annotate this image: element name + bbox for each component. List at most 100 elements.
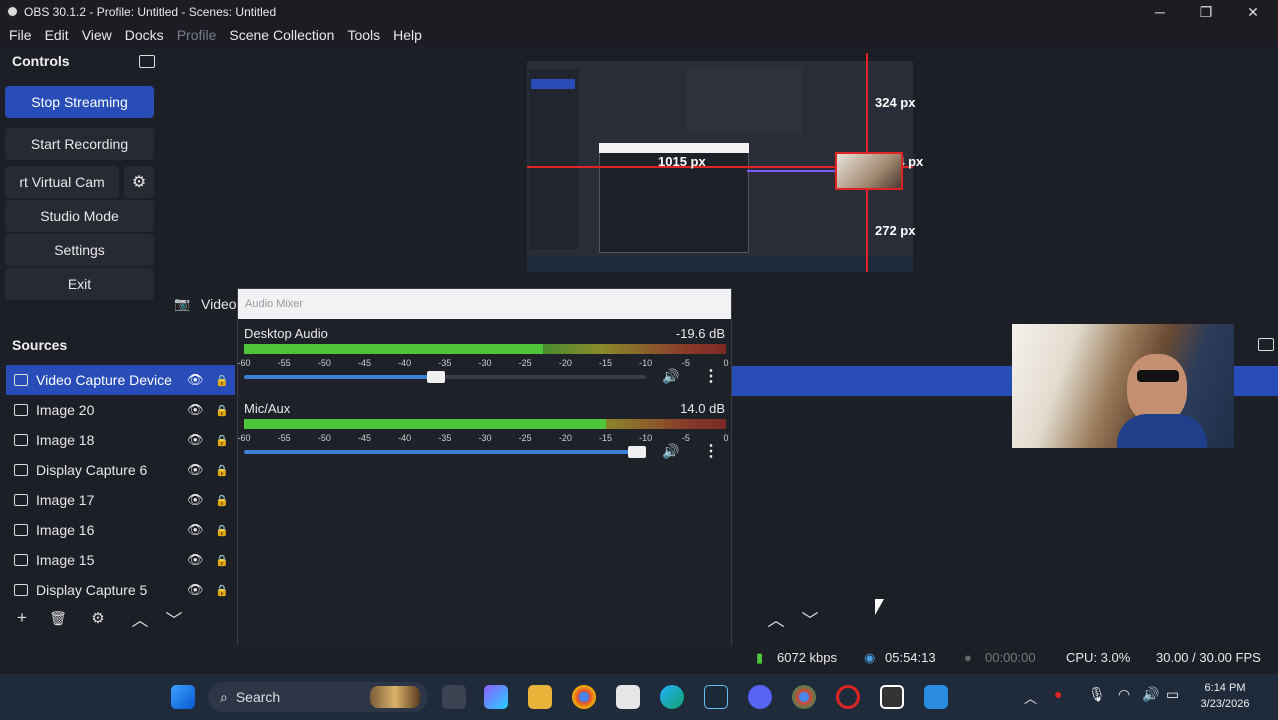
speaker-icon[interactable]: 🔊 — [662, 443, 679, 460]
source-row[interactable]: Image 15 👁 🔒 — [6, 545, 235, 575]
microphone-icon[interactable]: 🎙 — [1088, 686, 1106, 703]
windows-taskbar: ︿ ● 🎙 ◠ 🔊 ▭ — [0, 674, 1278, 720]
source-row[interactable]: Display Capture 6 👁 🔒 — [6, 455, 235, 485]
taskbar-search-box[interactable]: ⌕ Search — [208, 682, 428, 712]
virtual-cam-button[interactable]: rt Virtual Cam — [5, 166, 119, 198]
move-down-button[interactable]: ﹀ — [160, 604, 188, 632]
move-up-button[interactable]: ︿ — [126, 604, 154, 632]
close-button[interactable]: ✕ — [1230, 0, 1276, 24]
edge-icon[interactable] — [660, 685, 684, 709]
taskbar-clock[interactable]: 6:14 PM 3/23/2026 — [1190, 680, 1260, 712]
volume-slider[interactable] — [244, 371, 646, 383]
slider-knob[interactable] — [427, 371, 445, 383]
speaker-icon[interactable]: 🔊 — [662, 368, 679, 385]
eye-icon[interactable]: 👁 — [187, 492, 204, 508]
controls-title: Controls — [12, 53, 70, 69]
camera-icon — [14, 374, 28, 386]
eye-icon[interactable]: 👁 — [187, 432, 204, 448]
selected-source-box[interactable] — [835, 152, 903, 190]
lock-icon[interactable]: 🔒 — [215, 374, 229, 387]
wifi-icon[interactable]: ◠ — [1118, 686, 1130, 703]
windows-start-icon[interactable] — [171, 685, 195, 709]
undock-icon[interactable] — [1258, 338, 1274, 351]
lock-icon[interactable]: 🔒 — [215, 434, 229, 447]
eye-icon[interactable]: 👁 — [187, 372, 204, 388]
tray-icon[interactable]: ● — [1054, 686, 1062, 702]
store-icon[interactable] — [616, 685, 640, 709]
eye-icon[interactable]: 👁 — [187, 552, 204, 568]
channel-db: -19.6 dB — [675, 326, 725, 341]
scale-tick: -45 — [357, 433, 372, 443]
scale-tick: -35 — [438, 433, 452, 443]
stop-streaming-button[interactable]: Stop Streaming — [5, 86, 154, 118]
lock-icon[interactable]: 🔒 — [215, 554, 229, 567]
source-row[interactable]: Image 20 👁 🔒 — [6, 395, 235, 425]
source-row[interactable]: Image 18 👁 🔒 — [6, 425, 235, 455]
lock-icon[interactable]: 🔒 — [215, 524, 229, 537]
battery-icon[interactable]: ▭ — [1166, 686, 1179, 703]
gear-icon[interactable]: ⚙ — [124, 166, 154, 198]
volume-icon[interactable]: 🔊 — [1142, 686, 1159, 703]
audio-mixer-title[interactable]: Audio Mixer — [238, 289, 731, 319]
menu-tools[interactable]: Tools — [342, 27, 385, 43]
exit-button[interactable]: Exit — [5, 268, 154, 300]
eye-icon[interactable]: 👁 — [187, 462, 204, 478]
undock-icon[interactable] — [139, 55, 155, 68]
scale-tick: -30 — [478, 433, 492, 443]
lock-icon[interactable]: 🔒 — [215, 404, 229, 417]
more-options-icon[interactable]: ⋮ — [703, 441, 719, 461]
scale-tick: -5 — [681, 433, 690, 443]
chrome-icon[interactable] — [572, 685, 596, 709]
menu-scene-collection[interactable]: Scene Collection — [224, 27, 339, 43]
menu-help[interactable]: Help — [388, 27, 427, 43]
discord-icon[interactable] — [748, 685, 772, 709]
source-row[interactable]: Video Capture Device 👁 🔒 — [6, 365, 235, 395]
steam-icon[interactable] — [704, 685, 728, 709]
lock-icon[interactable]: 🔒 — [215, 584, 229, 597]
source-row[interactable]: Image 16 👁 🔒 — [6, 515, 235, 545]
scale-tick: -10 — [639, 358, 653, 368]
menu-docks[interactable]: Docks — [120, 27, 169, 43]
record-icon: ● — [964, 650, 972, 665]
scene-up-button[interactable]: ︿ — [762, 604, 790, 632]
trash-icon[interactable]: 🗑 — [44, 604, 72, 632]
app-icon[interactable] — [924, 685, 948, 709]
file-explorer-icon[interactable] — [528, 685, 552, 709]
scale-tick: 0 — [723, 358, 729, 368]
source-row[interactable]: Display Capture 5 👁 🔒 — [6, 575, 235, 605]
start-recording-button[interactable]: Start Recording — [5, 128, 154, 160]
source-row[interactable]: Image 17 👁 🔒 — [6, 485, 235, 515]
gear-icon[interactable]: ⚙ — [84, 604, 112, 632]
stream-icon: ◉ — [864, 650, 876, 665]
status-bar: ▮ 6072 kbps ◉ 05:54:13 ● 00:00:00 CPU: 3… — [0, 646, 1278, 672]
lock-icon[interactable]: 🔒 — [215, 494, 229, 507]
task-view-icon[interactable] — [442, 685, 466, 709]
volume-slider[interactable] — [244, 446, 646, 458]
menu-view[interactable]: View — [77, 27, 117, 43]
measure-bottom-label: 272 px — [875, 223, 916, 238]
measure-top-label: 324 px — [875, 95, 916, 110]
chevron-up-icon[interactable]: ︿ — [1024, 688, 1037, 707]
menu-file[interactable]: File — [4, 27, 37, 43]
eye-icon[interactable]: 👁 — [187, 522, 204, 538]
more-options-icon[interactable]: ⋮ — [703, 366, 719, 386]
copilot-icon[interactable] — [484, 685, 508, 709]
minimize-button[interactable]: ─ — [1137, 0, 1183, 24]
add-source-button[interactable]: + — [8, 604, 36, 632]
eye-icon[interactable]: 👁 — [187, 582, 204, 598]
lock-icon[interactable]: 🔒 — [215, 464, 229, 477]
eye-icon[interactable]: 👁 — [187, 402, 204, 418]
menu-edit[interactable]: Edit — [40, 27, 74, 43]
chrome-icon[interactable] — [792, 685, 816, 709]
settings-button[interactable]: Settings — [5, 234, 154, 266]
maximize-button[interactable]: ❐ — [1183, 0, 1229, 24]
image-icon — [14, 554, 28, 566]
opera-icon[interactable] — [836, 685, 860, 709]
slider-knob[interactable] — [628, 446, 646, 458]
studio-mode-button[interactable]: Studio Mode — [5, 200, 154, 232]
obs-taskbar-icon[interactable] — [880, 685, 904, 709]
menu-profile[interactable]: Profile — [172, 27, 222, 43]
scene-down-button[interactable]: ﹀ — [796, 604, 824, 632]
source-name: Image 18 — [36, 432, 95, 448]
source-name: Image 17 — [36, 492, 95, 508]
